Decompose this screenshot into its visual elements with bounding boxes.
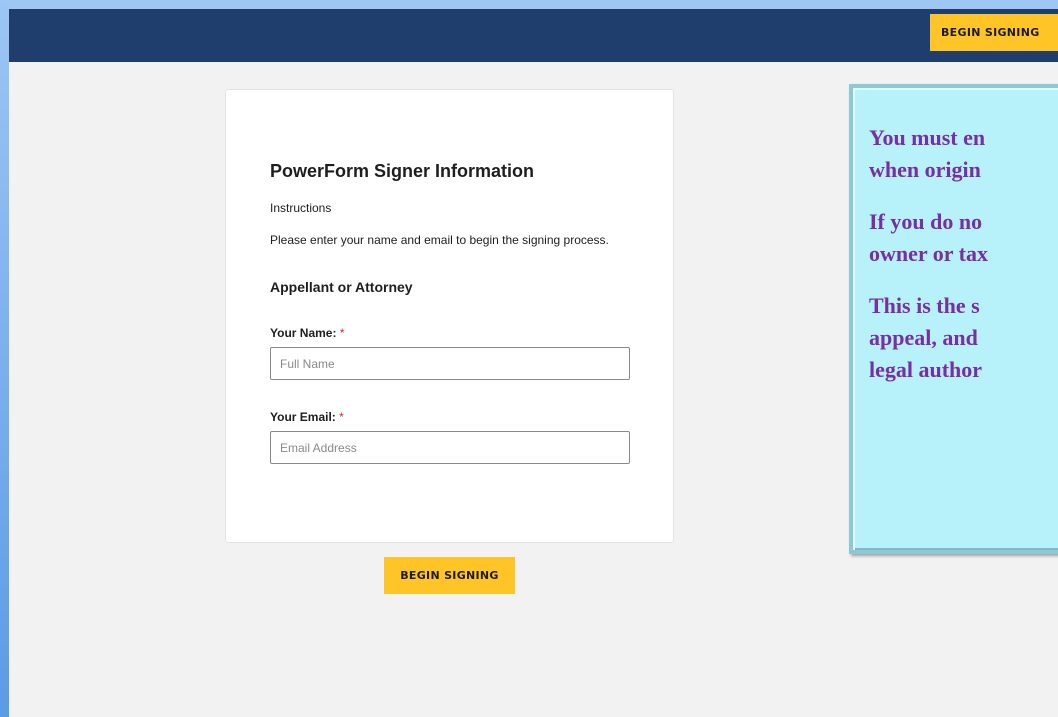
form-title: PowerForm Signer Information [270,161,535,181]
window-left-border [0,0,9,717]
notice-line: This is the s [869,293,980,318]
email-field-label: Your Email: * [270,410,344,424]
notice-line: owner or tax [869,241,988,266]
signer-info-card: PowerForm Signer Information Instruction… [225,89,674,543]
name-field-label: Your Name: * [270,326,344,340]
instructions-label: Instructions [270,201,332,215]
notice-line: You must en [869,125,986,150]
instructions-text: Please enter your name and email to begi… [270,233,609,247]
required-marker: * [339,410,344,424]
notice-callout-box: You must en when origin If you do no own… [849,84,1058,554]
notice-line: If you do no [869,209,983,234]
begin-signing-button[interactable]: BEGIN SIGNING [384,557,515,594]
top-header-bar: BEGIN SIGNING [9,9,1058,62]
header-begin-signing-button[interactable]: BEGIN SIGNING [930,14,1058,51]
email-label-text: Your Email: [270,410,336,424]
notice-line: appeal, and [869,325,978,350]
notice-line: legal author [869,357,983,382]
name-label-text: Your Name: [270,326,337,340]
email-address-input[interactable] [270,431,630,464]
notice-line: when origin [869,157,981,182]
signer-role-heading: Appellant or Attorney [270,279,413,295]
required-marker: * [339,326,345,340]
window-top-border [0,0,1058,9]
full-name-input[interactable] [270,347,630,380]
